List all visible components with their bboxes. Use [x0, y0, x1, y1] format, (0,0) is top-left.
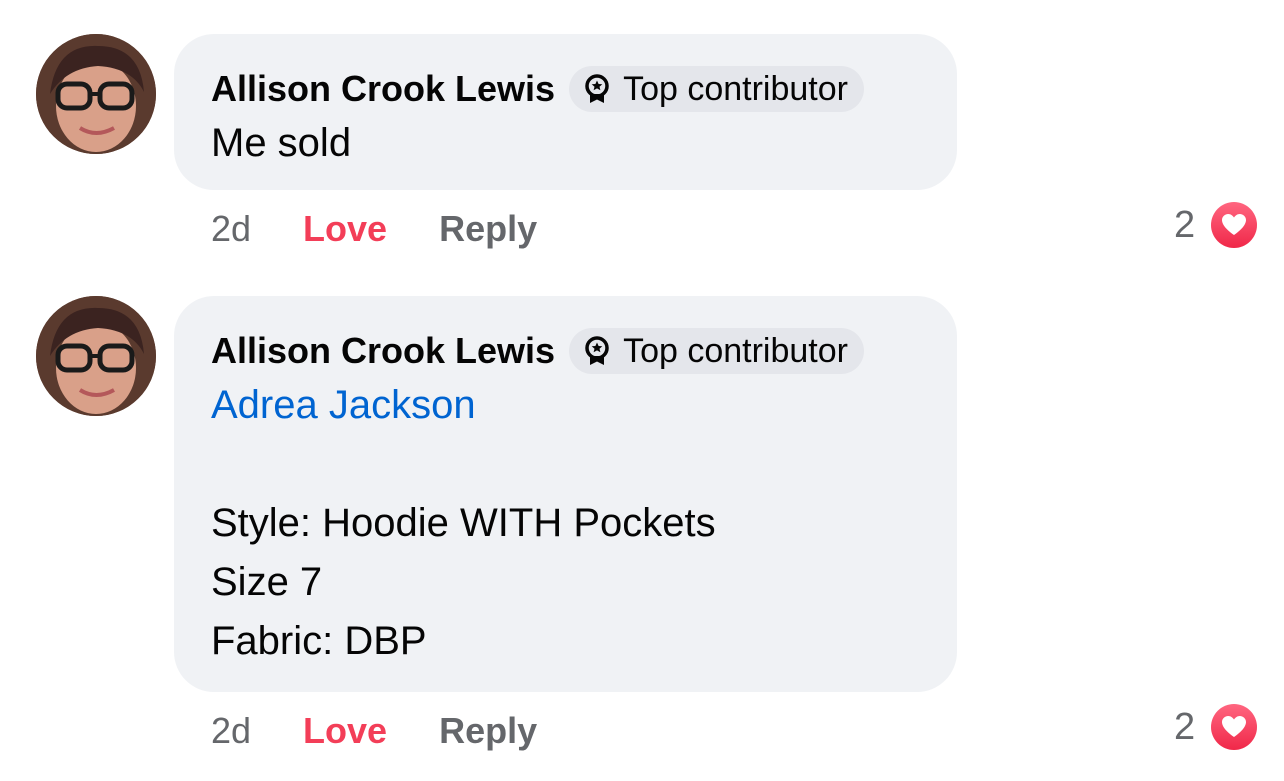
- comment-actions: 2d Love Reply: [211, 706, 537, 756]
- author-name[interactable]: Allison Crook Lewis: [211, 330, 555, 372]
- comment-text-line: Style: Hoodie WITH Pockets: [211, 501, 716, 545]
- comment-header: Allison Crook Lewis Top contributor: [211, 64, 920, 114]
- heart-reaction: [1209, 702, 1260, 752]
- reaction-count: 2: [1174, 705, 1196, 748]
- top-contributor-badge[interactable]: Top contributor: [569, 328, 864, 374]
- comment-header: Allison Crook Lewis Top contributor: [211, 326, 920, 376]
- mention-link[interactable]: Adrea Jackson: [211, 376, 920, 435]
- comment-text-line: Size 7: [211, 560, 323, 604]
- comment-actions: 2d Love Reply: [211, 204, 537, 254]
- avatar[interactable]: [36, 34, 156, 154]
- reply-button[interactable]: Reply: [439, 710, 537, 752]
- heart-icon: [1222, 716, 1247, 737]
- badge-label: Top contributor: [623, 331, 848, 370]
- timestamp[interactable]: 2d: [211, 710, 251, 752]
- author-name[interactable]: Allison Crook Lewis: [211, 68, 555, 110]
- comment-text: Me sold: [211, 121, 352, 165]
- reply-button[interactable]: Reply: [439, 208, 537, 250]
- reaction-count: 2: [1174, 203, 1196, 246]
- heart-reaction: [1209, 200, 1260, 250]
- love-button[interactable]: Love: [303, 710, 387, 752]
- badge-label: Top contributor: [623, 69, 848, 108]
- reaction-summary[interactable]: 2: [1174, 200, 1260, 250]
- avatar[interactable]: [36, 296, 156, 416]
- comment-text-line: Fabric: DBP: [211, 619, 427, 663]
- heart-icon: [1222, 214, 1247, 235]
- timestamp[interactable]: 2d: [211, 208, 251, 250]
- comment-bubble: Allison Crook Lewis Top contributor Adre…: [174, 296, 957, 692]
- award-icon: [585, 74, 609, 103]
- comment-bubble: Allison Crook Lewis Top contributor Me s…: [174, 34, 957, 190]
- top-contributor-badge[interactable]: Top contributor: [569, 66, 864, 112]
- reaction-summary[interactable]: 2: [1174, 702, 1260, 752]
- award-icon: [585, 336, 609, 365]
- love-button[interactable]: Love: [303, 208, 387, 250]
